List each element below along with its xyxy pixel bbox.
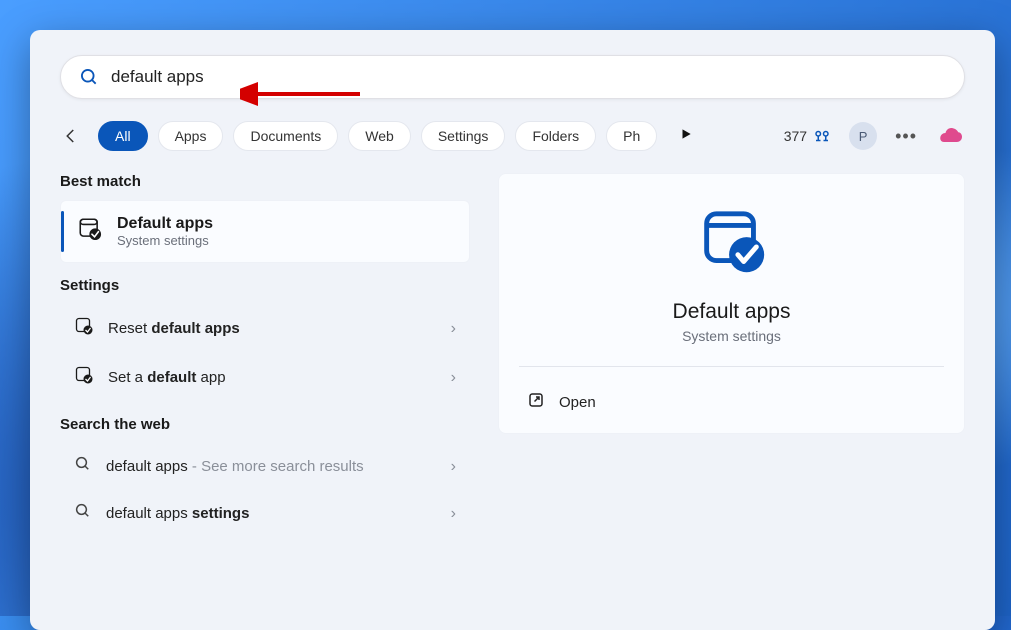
filter-tab-web[interactable]: Web [348, 121, 411, 151]
preview-subtitle: System settings [523, 328, 940, 344]
default-apps-icon [77, 216, 103, 247]
rewards-points: 377 [784, 128, 807, 144]
filter-tab-documents[interactable]: Documents [233, 121, 338, 151]
best-match-subtitle: System settings [117, 233, 213, 248]
default-apps-icon [74, 365, 94, 390]
results-list: Best match Default apps System settings … [60, 173, 470, 537]
default-apps-icon [74, 316, 94, 341]
preview-app-icon [523, 204, 940, 282]
settings-section-header: Settings [60, 277, 470, 294]
web-result-settings[interactable]: default apps settings › [60, 490, 470, 537]
rewards-button[interactable]: 377 [784, 127, 831, 145]
result-label: default apps - See more search results [106, 458, 437, 475]
open-label: Open [559, 394, 596, 411]
settings-result-reset[interactable]: Reset default apps › [60, 304, 470, 353]
filter-tab-all[interactable]: All [98, 121, 148, 151]
best-match-item[interactable]: Default apps System settings [60, 200, 470, 263]
chevron-right-icon: › [451, 458, 456, 476]
play-icon[interactable] [675, 127, 697, 146]
search-icon [74, 455, 92, 478]
filter-tabs: All Apps Documents Web Settings Folders … [60, 121, 965, 151]
preview-title: Default apps [523, 300, 940, 324]
preview-pane: Default apps System settings Open [498, 173, 965, 537]
search-panel: All Apps Documents Web Settings Folders … [30, 30, 995, 630]
filter-tab-settings[interactable]: Settings [421, 121, 506, 151]
chevron-right-icon: › [451, 505, 456, 523]
settings-result-set[interactable]: Set a default app › [60, 353, 470, 402]
web-section-header: Search the web [60, 416, 470, 433]
results-content: Best match Default apps System settings … [60, 173, 965, 537]
open-external-icon [527, 391, 545, 413]
chevron-right-icon: › [451, 369, 456, 387]
best-match-title: Default apps [117, 215, 213, 233]
open-action[interactable]: Open [523, 381, 940, 423]
more-options-button[interactable]: ••• [895, 126, 917, 147]
best-match-header: Best match [60, 173, 470, 190]
web-result-more[interactable]: default apps - See more search results › [60, 443, 470, 490]
chevron-right-icon: › [451, 320, 456, 338]
divider [519, 366, 944, 367]
result-label: Reset default apps [108, 320, 437, 337]
result-label: default apps settings [106, 505, 437, 522]
filter-tab-apps[interactable]: Apps [158, 121, 224, 151]
search-icon [79, 67, 99, 87]
filter-tab-folders[interactable]: Folders [515, 121, 596, 151]
rewards-icon [813, 127, 831, 145]
search-box[interactable] [60, 55, 965, 99]
copilot-icon[interactable] [935, 121, 965, 151]
result-label: Set a default app [108, 369, 437, 386]
back-button[interactable] [60, 125, 82, 147]
user-avatar[interactable]: P [849, 122, 877, 150]
search-input[interactable] [111, 67, 946, 87]
filter-tab-more[interactable]: Ph [606, 121, 657, 151]
search-icon [74, 502, 92, 525]
